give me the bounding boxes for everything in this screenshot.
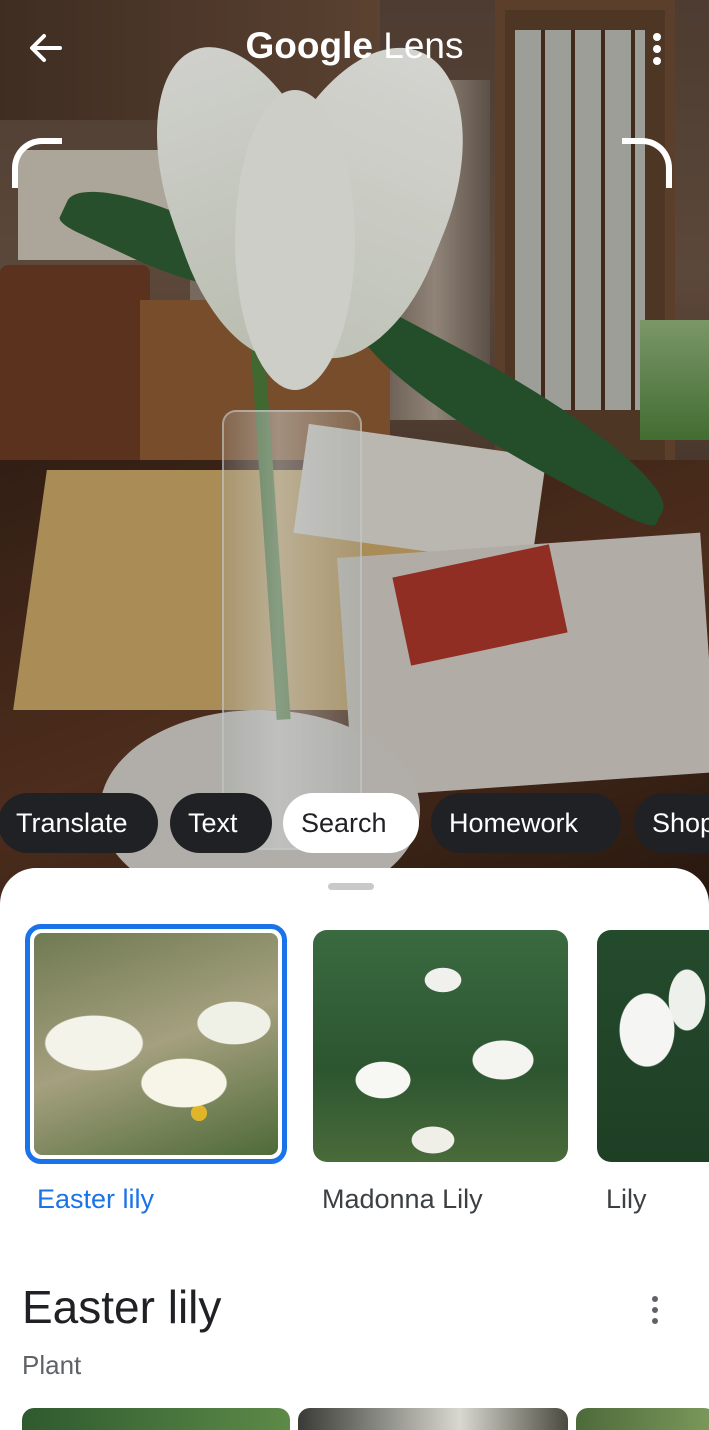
mode-chip-label: Shop [652,808,709,838]
result-subtitle: Plant [22,1350,82,1380]
match-label[interactable]: Lily [606,1184,647,1215]
title-product: Lens [372,25,464,66]
top-bar: Google Lens [0,0,709,100]
mode-chip-label: Text [188,808,238,838]
camera-preview[interactable] [0,0,709,905]
result-image[interactable] [298,1408,568,1430]
result-image[interactable] [576,1408,709,1430]
result-menu-button[interactable] [640,1288,670,1332]
match-image [34,933,278,1155]
mode-chip-text[interactable]: Text [170,793,272,853]
more-vert-icon [653,33,661,65]
match-label[interactable]: Madonna Lily [322,1184,483,1215]
mode-chip-homework[interactable]: Homework [431,793,621,853]
mode-chip-label: Homework [449,808,579,838]
match-label[interactable]: Easter lily [37,1184,154,1215]
mode-chip-shop[interactable]: Shop [634,793,709,853]
sheet-drag-handle[interactable] [328,883,374,890]
more-vert-icon [652,1296,658,1324]
match-thumbnail-lily[interactable] [597,930,709,1162]
mode-chip-label: Translate [16,808,128,838]
mode-chip-search[interactable]: Search [283,793,419,853]
mode-chip-translate[interactable]: Translate [0,793,158,853]
mode-chip-label: Search [301,808,387,838]
result-image[interactable] [22,1408,290,1430]
mode-selector: Translate Text Search Homework Shop [0,793,709,853]
results-sheet[interactable]: Easter lily Madonna Lily Lily Easter lil… [0,868,709,1430]
title-brand: Google [245,25,373,66]
result-title: Easter lily [22,1281,222,1333]
match-thumbnail-easter-lily[interactable] [25,924,287,1164]
photo-dim-overlay [0,0,709,905]
match-thumbnail-madonna-lily[interactable] [313,930,568,1162]
overflow-menu-button[interactable] [637,24,677,74]
app-title: Google Lens [0,25,709,67]
